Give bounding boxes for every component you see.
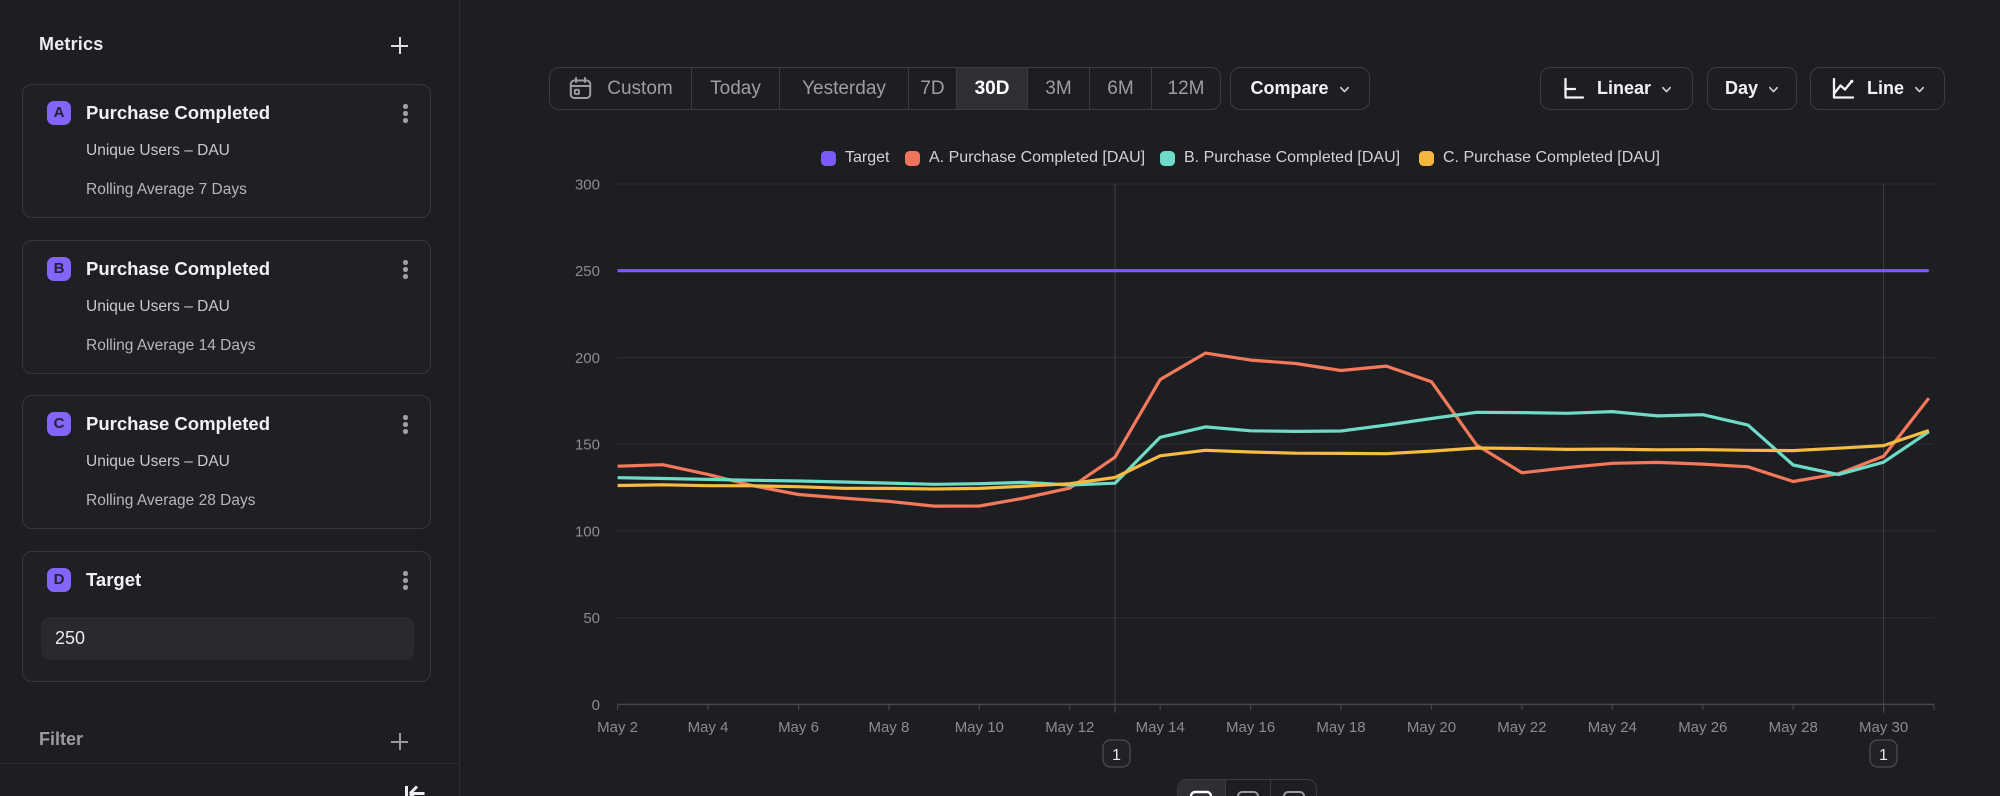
svg-text:May 16: May 16 — [1226, 719, 1275, 736]
svg-text:150: 150 — [575, 437, 600, 454]
svg-text:May 24: May 24 — [1588, 719, 1637, 736]
svg-text:May 12: May 12 — [1045, 719, 1094, 736]
svg-text:300: 300 — [575, 177, 600, 194]
svg-text:May 14: May 14 — [1136, 719, 1185, 736]
svg-text:200: 200 — [575, 350, 600, 367]
svg-text:May 18: May 18 — [1316, 719, 1365, 736]
svg-text:May 22: May 22 — [1497, 719, 1546, 736]
svg-text:100: 100 — [575, 523, 600, 540]
svg-text:May 2: May 2 — [597, 719, 638, 736]
svg-text:250: 250 — [575, 263, 600, 280]
svg-text:May 10: May 10 — [955, 719, 1004, 736]
svg-text:May 4: May 4 — [688, 719, 729, 736]
svg-text:May 20: May 20 — [1407, 719, 1456, 736]
svg-text:May 8: May 8 — [868, 719, 909, 736]
svg-text:0: 0 — [592, 697, 600, 714]
svg-text:1: 1 — [1112, 747, 1121, 764]
svg-text:1: 1 — [1879, 747, 1888, 764]
svg-text:May 28: May 28 — [1769, 719, 1818, 736]
svg-text:50: 50 — [583, 610, 600, 627]
svg-text:May 6: May 6 — [778, 719, 819, 736]
svg-text:May 30: May 30 — [1859, 719, 1908, 736]
svg-text:May 26: May 26 — [1678, 719, 1727, 736]
